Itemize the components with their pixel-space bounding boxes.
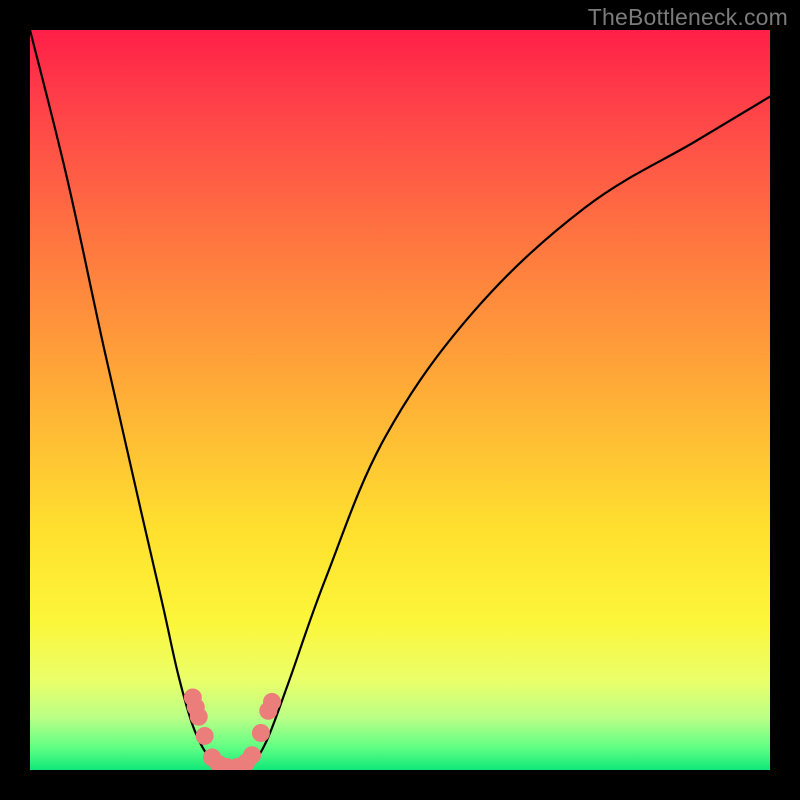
chart-svg <box>30 30 770 770</box>
bottleneck-curve <box>30 30 770 770</box>
series-marker <box>263 693 281 711</box>
watermark-text: TheBottleneck.com <box>588 4 788 31</box>
series-marker <box>196 727 214 745</box>
series-marker <box>252 724 270 742</box>
series-markers <box>184 688 281 770</box>
chart-area <box>30 30 770 770</box>
series-marker <box>190 708 208 726</box>
series-marker <box>243 746 261 764</box>
